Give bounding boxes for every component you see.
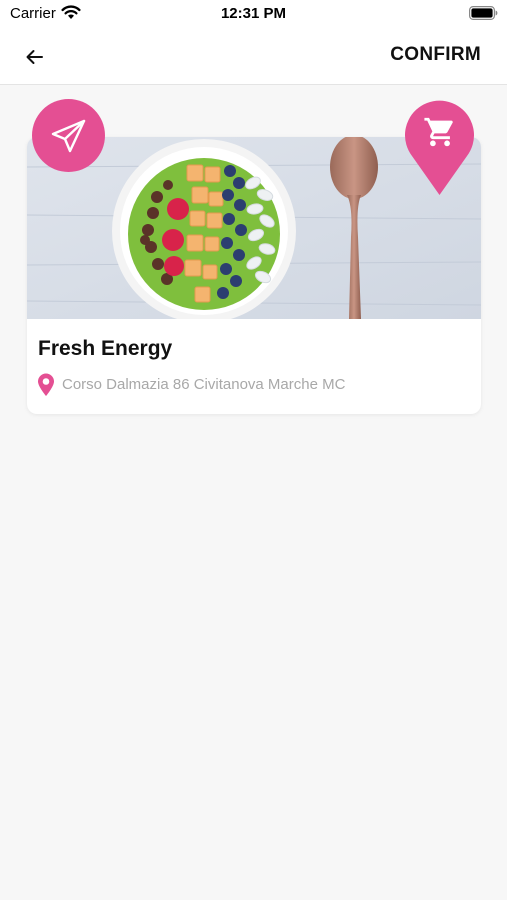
- shopping-cart-icon: [424, 117, 453, 147]
- status-time: 12:31 PM: [220, 5, 287, 22]
- battery-icon: [469, 6, 498, 20]
- back-button[interactable]: [18, 42, 50, 72]
- confirm-button[interactable]: CONFIRM: [390, 44, 481, 66]
- store-name: Fresh Energy: [38, 337, 173, 360]
- store-address: Corso Dalmazia 86 Civitanova Marche MC: [62, 376, 346, 393]
- status-bar: Carrier 12:31 PM: [0, 0, 507, 28]
- cart-button[interactable]: [405, 99, 474, 196]
- arrow-left-icon: [26, 50, 43, 64]
- send-button[interactable]: [32, 99, 105, 172]
- nav-bar: CONFIRM: [0, 28, 507, 85]
- location-pin-icon: [38, 373, 54, 396]
- paper-plane-icon: [51, 119, 85, 152]
